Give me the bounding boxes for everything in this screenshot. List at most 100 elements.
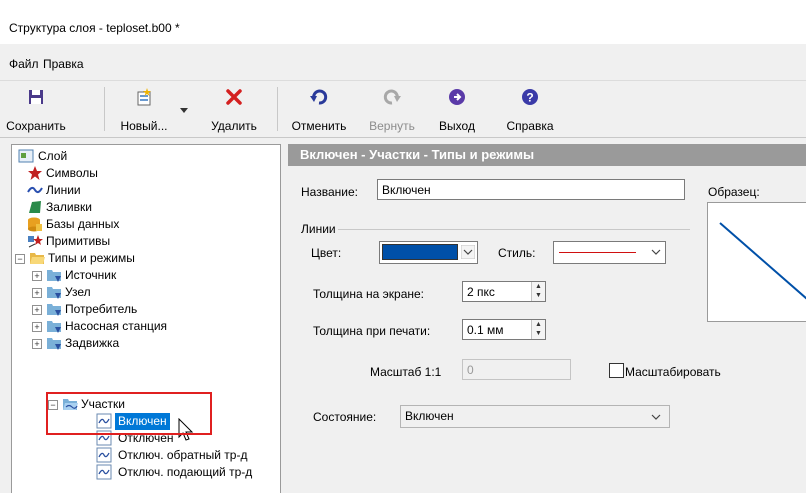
state-combo[interactable]: Включен xyxy=(400,405,670,428)
color-combo[interactable] xyxy=(379,241,478,264)
help-label: Справка xyxy=(506,119,554,133)
undo-button[interactable]: Отменить xyxy=(282,81,356,137)
delete-button[interactable]: Удалить xyxy=(202,81,266,137)
state-value: Включен xyxy=(405,409,454,423)
screen-width-spinner[interactable]: ▲ ▼ xyxy=(531,282,545,301)
expand-toggle[interactable]: + xyxy=(32,288,42,298)
tree-item-label: Типы и режимы xyxy=(48,251,135,265)
redo-icon xyxy=(383,89,401,105)
redo-button[interactable]: Вернуть xyxy=(356,81,428,137)
primitives-icon xyxy=(28,235,43,248)
color-swatch xyxy=(382,244,458,260)
chevron-down-icon[interactable] xyxy=(180,108,188,114)
screen-width-field[interactable]: 2 пкс ▲ ▼ xyxy=(462,281,546,302)
tree-item-label: Базы данных xyxy=(46,217,120,231)
scale-label: Масштаб 1:1 xyxy=(370,365,442,379)
lines-group-label: Линии xyxy=(301,222,336,236)
tree-item-label: Заливки xyxy=(46,200,92,214)
tree-item-label: Насосная станция xyxy=(65,319,168,333)
name-field[interactable]: Включен xyxy=(377,179,685,200)
exit-button[interactable]: Выход xyxy=(432,81,482,137)
tree-item-label: Отключ. подающий тр-д xyxy=(118,465,253,479)
chevron-down-icon xyxy=(651,414,661,420)
folder-icon xyxy=(47,321,61,333)
screen-width-label: Толщина на экране: xyxy=(313,287,425,301)
redo-label: Вернуть xyxy=(369,119,415,133)
scale-checkbox[interactable] xyxy=(609,363,624,378)
fill-icon xyxy=(29,201,41,213)
svg-text:?: ? xyxy=(526,91,533,105)
exit-label: Выход xyxy=(439,119,475,133)
line-preview xyxy=(707,202,806,322)
save-button[interactable]: Сохранить xyxy=(3,81,69,137)
line-style-icon xyxy=(96,464,112,480)
folder-icon xyxy=(47,270,61,282)
preview-line-icon xyxy=(719,222,806,300)
toolbar: Сохранить Новый... Удалить Отменить Верн xyxy=(0,80,806,138)
star-icon xyxy=(28,166,42,180)
style-combo[interactable] xyxy=(553,241,666,264)
expand-toggle[interactable]: + xyxy=(32,322,42,332)
folder-icon xyxy=(47,304,61,316)
expand-toggle[interactable]: + xyxy=(32,271,42,281)
chevron-down-icon xyxy=(461,245,475,259)
expand-toggle[interactable]: + xyxy=(32,339,42,349)
layer-tree[interactable]: Слой Символы Линии Заливки Базы данных П… xyxy=(11,144,281,493)
style-label: Стиль: xyxy=(498,246,536,260)
new-button[interactable]: Новый... xyxy=(106,81,182,137)
menu-edit[interactable]: Правка xyxy=(43,57,84,71)
panel-header: Включен - Участки - Типы и режимы xyxy=(288,144,806,166)
undo-icon xyxy=(310,89,328,105)
scale-value: 0 xyxy=(467,363,474,377)
undo-label: Отменить xyxy=(291,119,347,133)
help-icon: ? xyxy=(522,89,538,105)
tree-item-label: Символы xyxy=(46,166,98,180)
name-label: Название: xyxy=(301,185,358,199)
line-icon xyxy=(27,186,43,194)
print-width-spinner[interactable]: ▲ ▼ xyxy=(531,320,545,339)
exit-icon xyxy=(449,89,465,105)
title-bar: Структура слоя - teploset.b00 * xyxy=(0,0,806,44)
style-line-sample xyxy=(559,252,636,253)
menu-bar: Файл Правка xyxy=(0,55,806,77)
collapse-toggle[interactable]: − xyxy=(15,254,25,264)
toolbar-separator xyxy=(104,87,105,131)
tree-item-label: Потребитель xyxy=(65,302,138,316)
scale-checkbox-label: Масштабировать xyxy=(625,365,721,379)
highlight-box xyxy=(46,392,212,435)
tree-item-label: Узел xyxy=(65,285,91,299)
menu-file[interactable]: Файл xyxy=(9,57,39,71)
new-icon xyxy=(137,88,151,106)
panel-header-title: Включен - Участки - Типы и режимы xyxy=(300,147,535,162)
properties-panel: Включен - Участки - Типы и режимы Назван… xyxy=(288,144,806,492)
folder-icon xyxy=(47,287,61,299)
group-divider xyxy=(338,229,690,230)
help-button[interactable]: ? Справка xyxy=(498,81,562,137)
chevron-down-icon xyxy=(651,249,661,255)
save-label: Сохранить xyxy=(6,119,66,133)
print-width-value: 0.1 мм xyxy=(467,323,504,337)
color-label: Цвет: xyxy=(311,246,342,260)
screen-width-value: 2 пкс xyxy=(467,285,495,299)
print-width-label: Толщина при печати: xyxy=(313,324,431,338)
line-style-icon xyxy=(96,447,112,463)
toolbar-separator xyxy=(277,87,278,131)
scale-field: 0 xyxy=(462,359,571,380)
tree-item-label: Отключ. обратный тр-д xyxy=(118,448,248,462)
tree-item-label: Слой xyxy=(38,149,68,163)
sample-label: Образец: xyxy=(708,185,760,199)
delete-icon xyxy=(226,89,242,105)
state-label: Состояние: xyxy=(313,410,377,424)
tree-item-label: Линии xyxy=(46,183,81,197)
folder-open-icon xyxy=(30,253,45,264)
print-width-field[interactable]: 0.1 мм ▲ ▼ xyxy=(462,319,546,340)
database-icon xyxy=(28,217,42,232)
delete-label: Удалить xyxy=(211,119,257,133)
tree-item-label: Примитивы xyxy=(46,234,111,248)
expand-toggle[interactable]: + xyxy=(32,305,42,315)
save-icon xyxy=(29,90,43,104)
new-label: Новый... xyxy=(120,119,168,133)
tree-item-label: Задвижка xyxy=(65,336,120,350)
layer-icon xyxy=(18,149,34,163)
tree-item-label: Источник xyxy=(65,268,117,282)
